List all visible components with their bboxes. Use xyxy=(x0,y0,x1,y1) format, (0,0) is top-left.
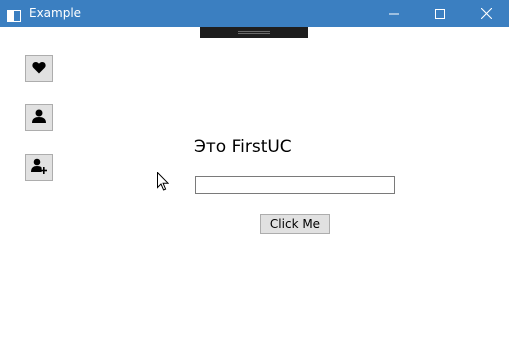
minimize-icon xyxy=(389,4,399,23)
maximize-icon xyxy=(435,4,445,23)
first-uc-label: Это FirstUC xyxy=(194,137,292,157)
window-app-icon xyxy=(7,7,21,22)
mouse-pointer-icon xyxy=(157,171,170,191)
user-icon xyxy=(32,108,46,127)
close-button[interactable] xyxy=(463,0,509,27)
heart-icon xyxy=(32,59,46,78)
maximize-button[interactable] xyxy=(417,0,463,27)
close-icon xyxy=(480,4,492,23)
favorites-button[interactable] xyxy=(25,55,53,82)
window-title: Example xyxy=(29,6,82,20)
grip-lines-icon xyxy=(238,31,270,34)
add-user-icon xyxy=(31,158,48,178)
title-bar[interactable]: Example xyxy=(0,0,509,27)
add-user-button[interactable] xyxy=(25,154,53,181)
text-input[interactable] xyxy=(195,176,395,194)
minimize-button[interactable] xyxy=(371,0,417,27)
app-window: Example Это FirstUC Click Me xyxy=(0,0,509,337)
drag-grip-handle[interactable] xyxy=(200,27,308,38)
click-me-button[interactable]: Click Me xyxy=(260,214,330,234)
user-button[interactable] xyxy=(25,104,53,131)
